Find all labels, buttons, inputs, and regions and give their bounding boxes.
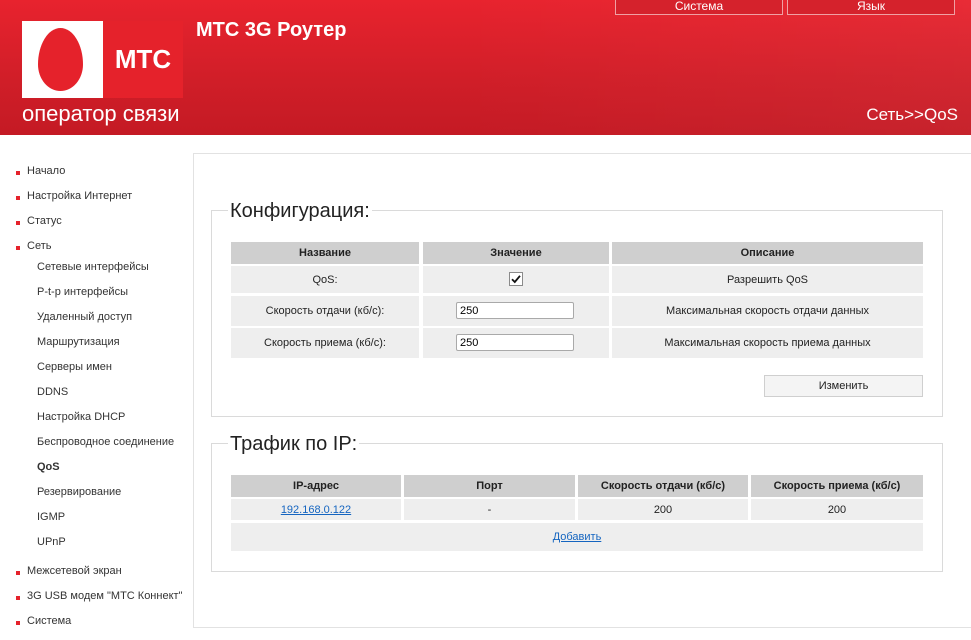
download-speed-label: Скорость приема (кб/с): (264, 337, 386, 349)
config-header-value-text: Значение (490, 247, 542, 259)
config-row-download-description: Максимальная скорость приема данных (612, 328, 923, 358)
traffic-upload-value: 200 (653, 503, 673, 516)
bullet-icon (16, 571, 20, 575)
sidebar-item[interactable]: IGMP (37, 511, 65, 523)
traffic-header-upload-text: Скорость отдачи (кб/с) (600, 480, 726, 492)
traffic-port-value: - (487, 503, 492, 516)
sidebar-item[interactable]: UPnP (37, 536, 66, 548)
traffic-header-port-text: Порт (476, 480, 503, 492)
traffic-header-download-text: Скорость приема (кб/с) (773, 480, 901, 492)
bullet-icon (16, 221, 20, 225)
config-header-description-text: Описание (740, 247, 795, 259)
sidebar-item[interactable]: Маршрутизация (37, 336, 120, 348)
config-row-upload-description: Максимальная скорость отдачи данных (612, 296, 923, 326)
system-menu-button[interactable]: Система (615, 0, 783, 15)
traffic-header-ip-text: IP-адрес (293, 480, 339, 492)
sidebar-item[interactable]: Беспроводное соединение (37, 436, 174, 448)
sidebar-item[interactable]: DDNS (37, 386, 68, 398)
config-header-name: Название (231, 242, 419, 264)
sidebar-item[interactable]: Настройка DHCP (37, 411, 125, 423)
sidebar-item[interactable]: Межсетевой экран (27, 565, 122, 577)
bullet-icon (16, 596, 20, 600)
config-header-description: Описание (612, 242, 923, 264)
mts-logo: МТС (22, 21, 183, 98)
bullet-icon (16, 196, 20, 200)
upload-speed-description: Максимальная скорость отдачи данных (665, 305, 869, 317)
sidebar-item[interactable]: Система (27, 615, 71, 627)
qos-label: QoS: (312, 273, 338, 286)
sidebar-item[interactable]: Резервирование (37, 486, 121, 498)
header-banner: Система Язык МТС оператор связи МТС 3G Р… (0, 0, 971, 135)
traffic-row-port: - (404, 499, 575, 520)
breadcrumb: Сеть>>QoS (866, 105, 958, 124)
config-row-qos-name: QoS: (231, 266, 419, 293)
logo-subtitle: оператор связи (22, 101, 180, 126)
qos-description: Разрешить QoS (726, 273, 809, 286)
download-speed-description: Максимальная скорость приема данных (664, 337, 871, 349)
traffic-row-ip: 192.168.0.122 (231, 499, 401, 520)
sidebar-item[interactable]: Сеть (27, 240, 51, 252)
bullet-icon (16, 621, 20, 625)
traffic-header-port: Порт (404, 475, 575, 497)
logo-text: МТС (114, 44, 172, 74)
config-row-qos-description: Разрешить QoS (612, 266, 923, 293)
config-header-value: Значение (423, 242, 609, 264)
bullet-icon (16, 171, 20, 175)
traffic-ip-link[interactable]: 192.168.0.122 (231, 504, 401, 516)
config-row-download-name: Скорость приема (кб/с): (231, 328, 419, 358)
config-row-upload-value (423, 296, 609, 326)
traffic-header-download: Скорость приема (кб/с) (751, 475, 923, 497)
bullet-icon (16, 246, 20, 250)
sidebar-item[interactable]: Сетевые интерфейсы (37, 261, 149, 273)
language-menu-button[interactable]: Язык (787, 0, 955, 15)
sidebar-item[interactable]: 3G USB модем "МТС Коннект" (27, 590, 182, 602)
app-title: МТС 3G Роутер (196, 19, 347, 41)
traffic-header-upload: Скорость отдачи (кб/с) (578, 475, 748, 497)
sidebar-item[interactable]: Серверы имен (37, 361, 112, 373)
upload-speed-label: Скорость отдачи (кб/с): (265, 305, 385, 317)
sidebar-item[interactable]: Статус (27, 215, 62, 227)
config-section-title: Конфигурация: (228, 200, 372, 223)
download-speed-input[interactable] (456, 334, 574, 351)
config-header-name-text: Название (299, 247, 351, 259)
sidebar-item[interactable]: Начало (27, 165, 65, 177)
qos-checkbox[interactable] (509, 272, 523, 286)
config-row-qos-value (423, 266, 609, 293)
traffic-row-upload: 200 (578, 499, 748, 520)
change-button[interactable]: Изменить (764, 375, 923, 397)
add-rule-link[interactable]: Добавить (231, 531, 923, 543)
traffic-row-download: 200 (751, 499, 923, 520)
traffic-section-title: Трафик по IP: (228, 433, 360, 456)
sidebar-item[interactable]: QoS (37, 461, 60, 473)
config-row-upload-name: Скорость отдачи (кб/с): (231, 296, 419, 326)
config-row-download-value (423, 328, 609, 358)
traffic-header-ip: IP-адрес (231, 475, 401, 497)
upload-speed-input[interactable] (456, 302, 574, 319)
traffic-add-row: Добавить (231, 523, 923, 551)
sidebar-item[interactable]: P-t-p интерфейсы (37, 286, 128, 298)
traffic-download-value: 200 (827, 503, 847, 516)
sidebar-item[interactable]: Удаленный доступ (37, 311, 132, 323)
main-panel: Конфигурация: Название Значение Описание… (193, 153, 971, 628)
sidebar-item[interactable]: Настройка Интернет (27, 190, 132, 202)
